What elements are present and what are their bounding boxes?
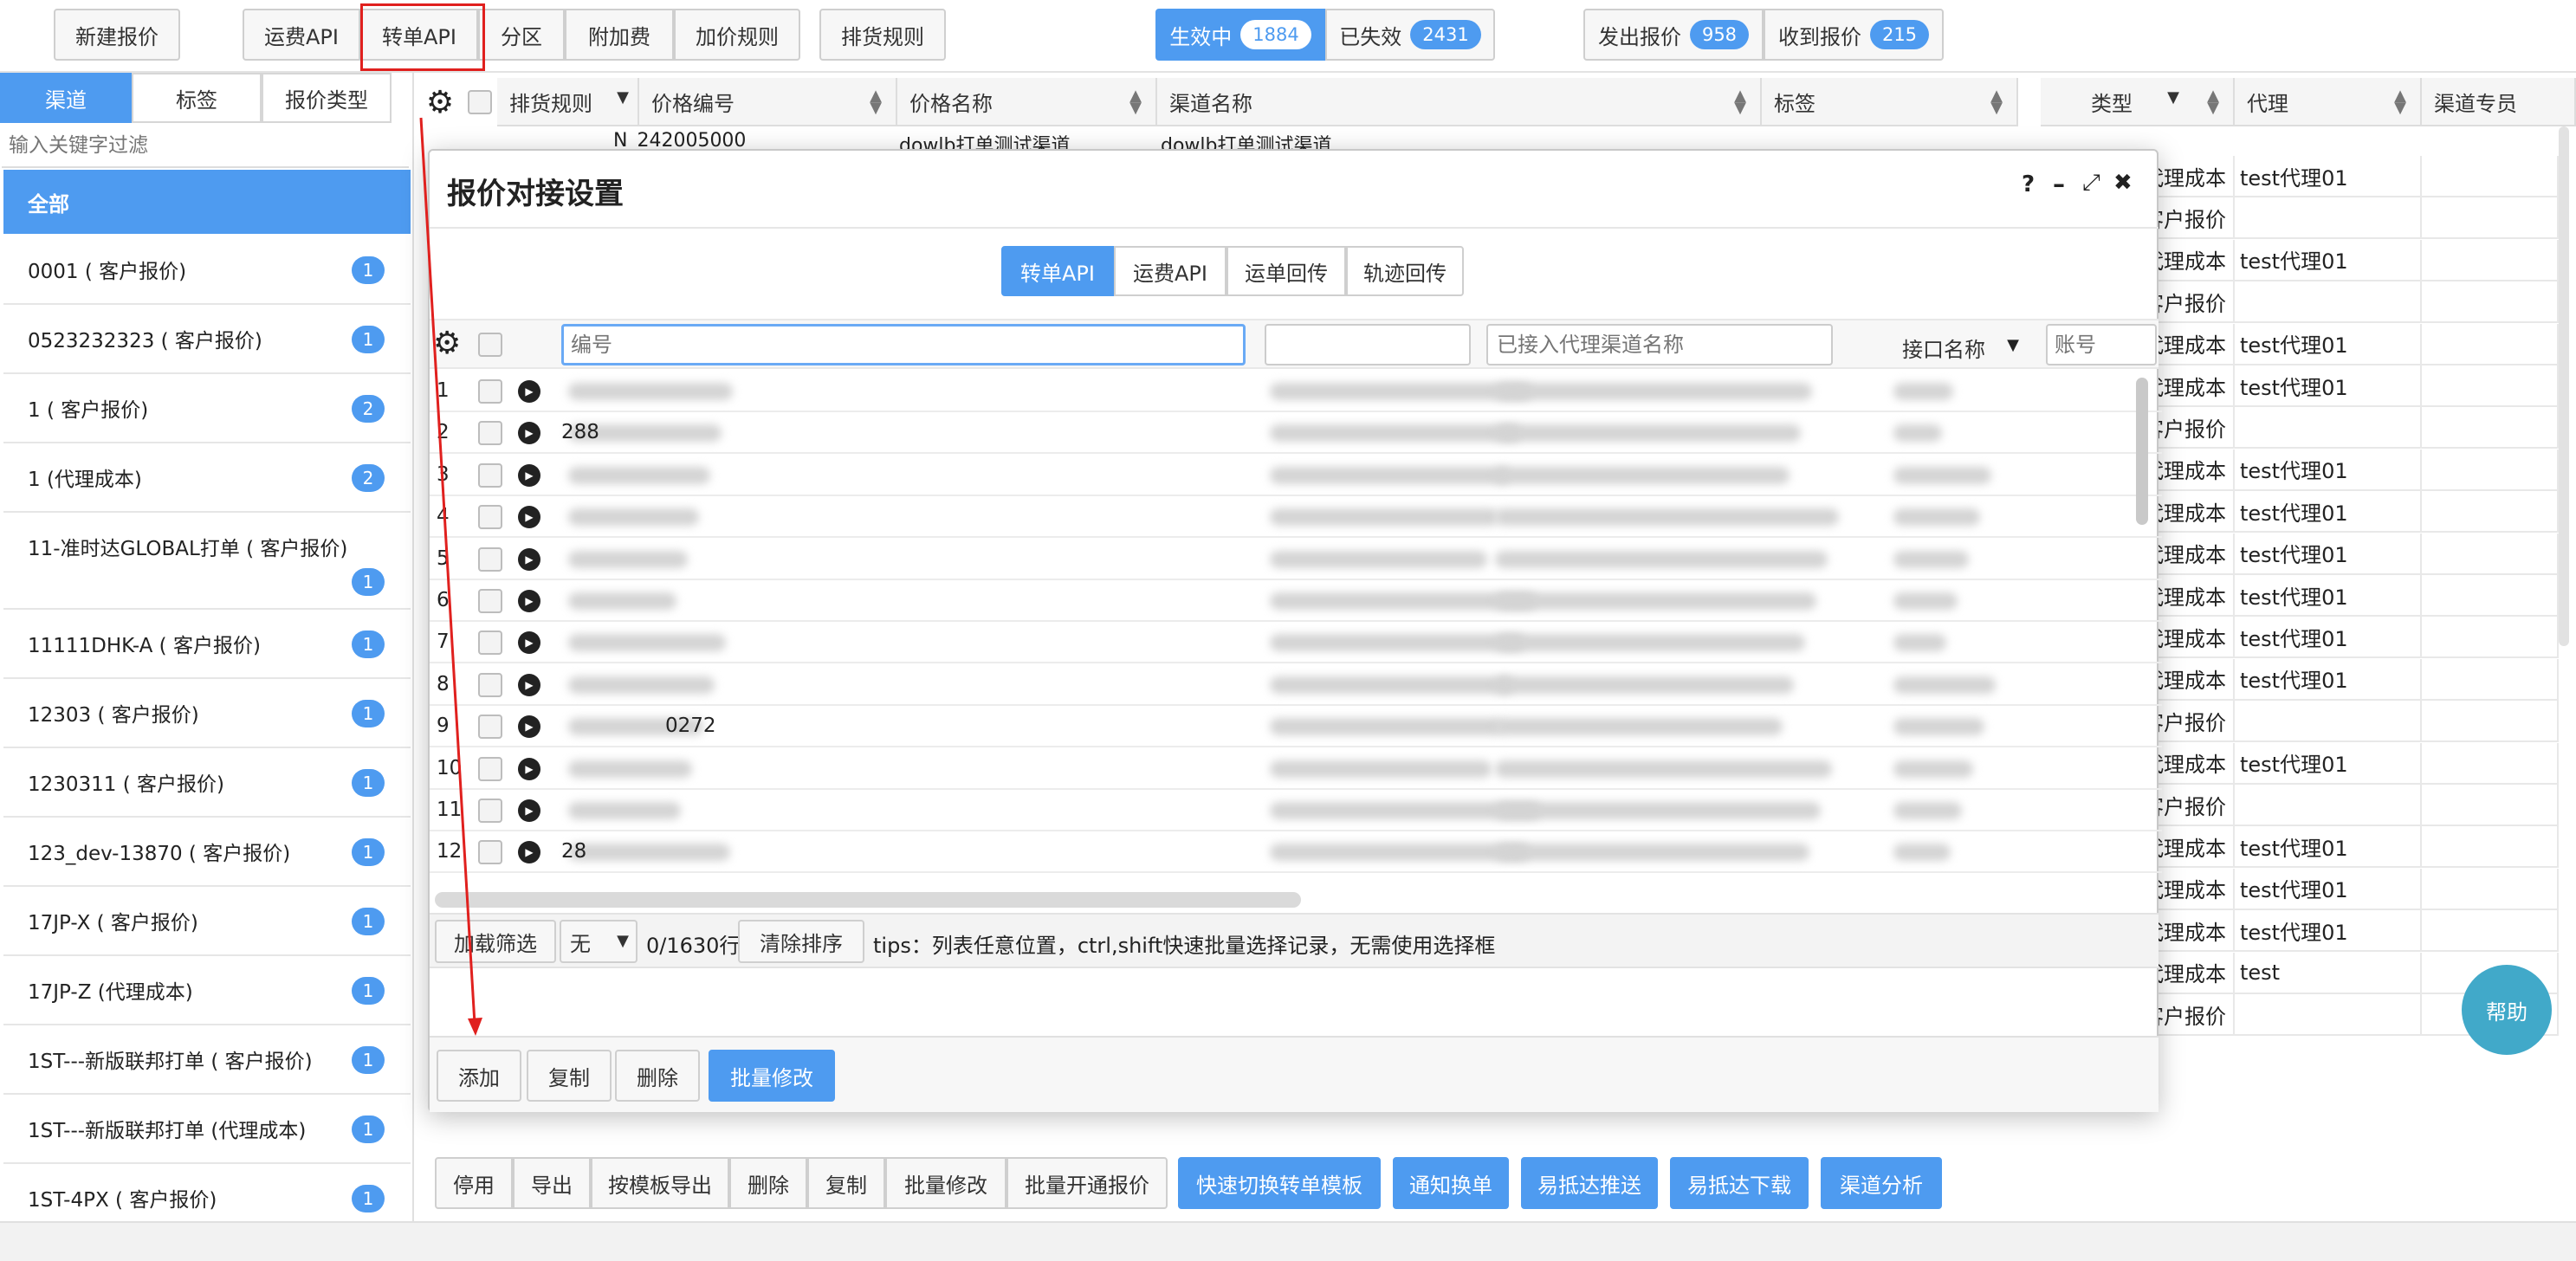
- arrow-line: [419, 117, 476, 1025]
- arrow-head: [468, 1018, 482, 1036]
- annotation-arrow: [419, 117, 482, 1036]
